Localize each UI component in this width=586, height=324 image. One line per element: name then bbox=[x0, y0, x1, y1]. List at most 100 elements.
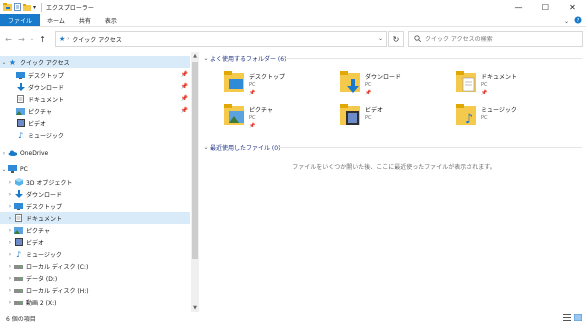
search-input[interactable] bbox=[425, 35, 575, 43]
nav-pc-drive-c[interactable]: › ローカル ディスク (C:) bbox=[0, 260, 190, 272]
chevron-down-icon[interactable]: ⌄ bbox=[202, 55, 210, 62]
folder-tile-desktop[interactable]: デスクトップ PC 📌 bbox=[224, 70, 334, 100]
title-bar: ▾ エクスプローラー — ☐ ✕ bbox=[0, 0, 586, 14]
nav-qa-documents[interactable]: ドキュメント 📌 bbox=[0, 93, 190, 105]
nav-pc-documents[interactable]: › ドキュメント bbox=[0, 212, 190, 224]
frequent-folders-header[interactable]: ⌄ よく使用するフォルダー (6) bbox=[202, 53, 286, 63]
recent-locations-icon[interactable]: ⌄ bbox=[28, 31, 36, 47]
nav-pc-downloads[interactable]: › ダウンロード bbox=[0, 188, 190, 200]
expand-ribbon-icon[interactable]: ⌄ bbox=[564, 18, 569, 25]
nav-qa-pictures-label: ピクチャ bbox=[28, 108, 52, 116]
large-icons-view-icon[interactable] bbox=[573, 313, 583, 323]
nav-pc-desktop[interactable]: › デスクトップ bbox=[0, 200, 190, 212]
desktop-icon bbox=[14, 202, 23, 210]
folder-name: ドキュメント bbox=[481, 74, 518, 81]
folder-location: PC bbox=[249, 82, 256, 88]
desktop-icon bbox=[16, 71, 25, 79]
nav-qa-desktop[interactable]: デスクトップ 📌 bbox=[0, 69, 190, 81]
back-arrow-icon[interactable]: ← bbox=[2, 31, 15, 47]
chevron-right-icon[interactable]: › bbox=[6, 275, 14, 282]
nav-quick-access[interactable]: ⌄ ★ クイック アクセス bbox=[0, 56, 190, 68]
new-folder-icon[interactable] bbox=[23, 3, 31, 11]
maximize-button[interactable]: ☐ bbox=[532, 0, 559, 14]
nav-qa-videos-label: ビデオ bbox=[28, 120, 47, 128]
folder-tile-music[interactable]: ♪ ミュージック PC bbox=[456, 103, 566, 133]
chevron-right-icon[interactable]: › bbox=[6, 299, 14, 306]
chevron-right-icon[interactable]: › bbox=[6, 227, 14, 234]
nav-qa-videos[interactable]: ビデオ bbox=[0, 117, 190, 129]
help-icon[interactable]: ? bbox=[574, 16, 582, 26]
details-view-icon[interactable] bbox=[563, 314, 571, 323]
nav-pc-drive-d-label: データ (D:) bbox=[26, 275, 58, 283]
chevron-down-icon[interactable]: ⌄ bbox=[0, 166, 8, 173]
chevron-right-icon[interactable]: › bbox=[6, 263, 14, 270]
nav-pc-label: PC bbox=[20, 165, 28, 173]
address-dropdown-icon[interactable]: ⌄ bbox=[378, 35, 383, 42]
search-box[interactable] bbox=[408, 31, 583, 47]
address-bar[interactable]: ★ › クイック アクセス ⌄ bbox=[55, 31, 387, 47]
drive-icon bbox=[14, 286, 23, 294]
folder-tile-documents[interactable]: ドキュメント PC 📌 bbox=[456, 70, 566, 100]
minimize-button[interactable]: — bbox=[505, 0, 532, 14]
nav-pc-drive-d[interactable]: › データ (D:) bbox=[0, 272, 190, 284]
tab-file[interactable]: ファイル bbox=[0, 14, 41, 26]
chevron-right-icon[interactable]: › bbox=[6, 203, 14, 210]
quick-access-toolbar: ▾ bbox=[0, 3, 36, 11]
breadcrumb-chevron-icon[interactable]: › bbox=[67, 36, 69, 42]
pin-icon[interactable]: 📌 bbox=[181, 83, 188, 90]
chevron-right-icon[interactable]: › bbox=[6, 191, 14, 198]
window-title: エクスプローラー bbox=[46, 4, 94, 12]
nav-pc-pictures[interactable]: › ピクチャ bbox=[0, 224, 190, 236]
recent-files-header[interactable]: ⌄ 最近使用したファイル (0) bbox=[202, 142, 280, 152]
folder-name: ミュージック bbox=[481, 107, 517, 114]
customize-toolbar-icon[interactable]: ▾ bbox=[33, 4, 36, 11]
nav-pc-drive-h[interactable]: › ローカル ディスク (H:) bbox=[0, 284, 190, 296]
close-button[interactable]: ✕ bbox=[559, 0, 586, 14]
properties-icon[interactable] bbox=[14, 3, 21, 11]
pin-icon[interactable]: 📌 bbox=[181, 95, 188, 102]
ribbon-right-controls: ⌄ ? bbox=[564, 16, 582, 26]
music-icon: ♪ bbox=[15, 249, 22, 259]
nav-qa-pictures[interactable]: ピクチャ 📌 bbox=[0, 105, 190, 117]
chevron-right-icon[interactable]: › bbox=[6, 239, 14, 246]
scrollbar-thumb[interactable] bbox=[192, 62, 198, 259]
scroll-up-icon[interactable]: ▲ bbox=[191, 52, 199, 60]
nav-qa-music[interactable]: ♪ ミュージック bbox=[0, 129, 190, 141]
chevron-right-icon[interactable]: › bbox=[6, 215, 14, 222]
chevron-right-icon[interactable]: › bbox=[6, 287, 14, 294]
drive-icon bbox=[14, 262, 23, 270]
folder-name: ビデオ bbox=[365, 107, 384, 114]
refresh-button[interactable]: ↻ bbox=[388, 31, 404, 47]
chevron-down-icon[interactable]: ⌄ bbox=[0, 59, 8, 66]
chevron-right-icon[interactable]: › bbox=[0, 150, 8, 157]
scroll-down-icon[interactable]: ▼ bbox=[191, 304, 199, 312]
document-icon bbox=[16, 95, 25, 103]
folder-location: PC bbox=[365, 82, 372, 88]
pin-icon[interactable]: 📌 bbox=[181, 71, 188, 78]
tab-share[interactable]: 共有 bbox=[72, 14, 98, 26]
nav-scrollbar[interactable]: ▲ ▼ bbox=[191, 52, 199, 312]
nav-pc-3d[interactable]: › 3D オブジェクト bbox=[0, 176, 190, 188]
nav-qa-downloads[interactable]: ダウンロード 📌 bbox=[0, 81, 190, 93]
folder-name: ダウンロード bbox=[365, 74, 402, 81]
chevron-right-icon[interactable]: › bbox=[6, 251, 14, 258]
nav-pc-music[interactable]: › ♪ ミュージック bbox=[0, 248, 190, 260]
folder-tile-pictures[interactable]: ピクチャ PC 📌 bbox=[224, 103, 334, 133]
tab-home[interactable]: ホーム bbox=[40, 14, 72, 26]
nav-pc-drive-x[interactable]: › 動画 2 (X:) bbox=[0, 296, 190, 308]
nav-qa-desktop-label: デスクトップ bbox=[28, 72, 65, 80]
tab-view[interactable]: 表示 bbox=[98, 14, 124, 26]
breadcrumb[interactable]: クイック アクセス bbox=[72, 35, 122, 44]
chevron-right-icon[interactable]: › bbox=[6, 179, 14, 186]
nav-pc[interactable]: ⌄ PC bbox=[0, 163, 190, 175]
nav-pc-videos[interactable]: › ビデオ bbox=[0, 236, 190, 248]
forward-arrow-icon[interactable]: → bbox=[15, 31, 28, 47]
folder-tile-downloads[interactable]: ダウンロード PC 📌 bbox=[340, 70, 450, 100]
up-arrow-icon[interactable]: ↑ bbox=[36, 31, 49, 47]
folder-tile-videos[interactable]: ビデオ PC bbox=[340, 103, 450, 133]
recent-files-title: 最近使用したファイル (0) bbox=[210, 144, 281, 152]
folder-location: PC bbox=[481, 115, 488, 121]
nav-onedrive[interactable]: › OneDrive bbox=[0, 147, 190, 159]
pin-icon[interactable]: 📌 bbox=[181, 107, 188, 114]
chevron-down-icon[interactable]: ⌄ bbox=[202, 144, 210, 151]
